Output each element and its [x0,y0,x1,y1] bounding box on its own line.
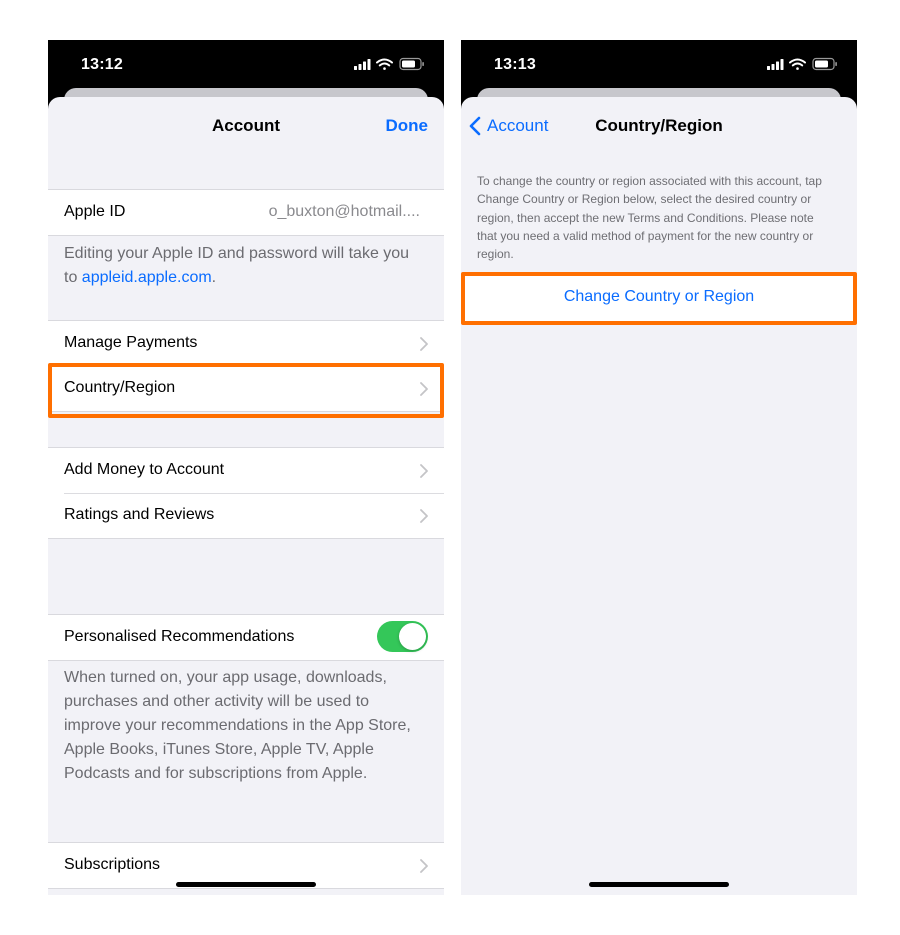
status-bar: 13:12 [48,40,444,88]
apple-id-note-suffix: . [211,269,217,286]
status-icons [767,57,839,71]
apple-id-note: Editing your Apple ID and password will … [64,242,424,290]
battery-icon [399,57,424,71]
status-icons [354,57,426,71]
home-indicator [176,882,316,887]
done-button[interactable]: Done [386,116,429,136]
home-indicator [589,882,729,887]
money-ratings-group: Add Money to Account Ratings and Reviews [48,447,444,539]
chevron-right-icon [420,464,428,478]
add-money-label: Add Money to Account [64,461,225,478]
status-bar: 13:13 [461,40,857,88]
chevron-right-icon [420,337,428,351]
chevron-right-icon [420,509,428,523]
change-country-highlight [461,272,857,325]
apple-id-value: o_buxton@hotmail.... [268,203,420,220]
apple-id-row[interactable]: Apple ID o_buxton@hotmail.... [48,190,444,235]
toggle-knob [399,623,426,650]
nav-bar: Account Done [48,97,444,155]
recommendations-group: Personalised Recommendations [48,614,444,661]
account-sheet: Account Done Apple ID o_buxton@hotmail..… [48,97,444,895]
subscriptions-label: Subscriptions [64,856,161,873]
apple-id-label: Apple ID [64,203,126,220]
signal-icon [354,59,371,70]
status-time: 13:13 [494,56,536,73]
country-region-sheet: Account Country/Region To change the cou… [461,97,857,895]
recommendations-toggle[interactable] [377,621,428,652]
phone-left: 13:12 Account Done Apple ID o_buxton@hot… [48,40,444,895]
chevron-right-icon [420,859,428,873]
ratings-reviews-row[interactable]: Ratings and Reviews [48,493,444,538]
country-region-highlight [48,363,444,418]
signal-icon [767,59,784,70]
wifi-icon [789,58,806,70]
appleid-link[interactable]: appleid.apple.com [82,269,212,286]
nav-bar: Account Country/Region [461,97,857,155]
country-change-info: To change the country or region associat… [477,174,822,262]
battery-icon [812,57,837,71]
ratings-reviews-label: Ratings and Reviews [64,506,215,523]
phone-right: 13:13 Account Country/Region To change t… [461,40,857,895]
manage-payments-row[interactable]: Manage Payments [48,321,444,366]
page-title: Country/Region [595,116,723,135]
manage-payments-label: Manage Payments [64,334,198,351]
recommendations-description: When turned on, your app usage, download… [64,669,411,782]
recommendations-label: Personalised Recommendations [64,628,295,645]
apple-id-group: Apple ID o_buxton@hotmail.... [48,189,444,236]
add-money-row[interactable]: Add Money to Account [48,448,444,493]
status-time: 13:12 [81,56,123,73]
recommendations-row: Personalised Recommendations [48,615,444,660]
wifi-icon [376,58,393,70]
